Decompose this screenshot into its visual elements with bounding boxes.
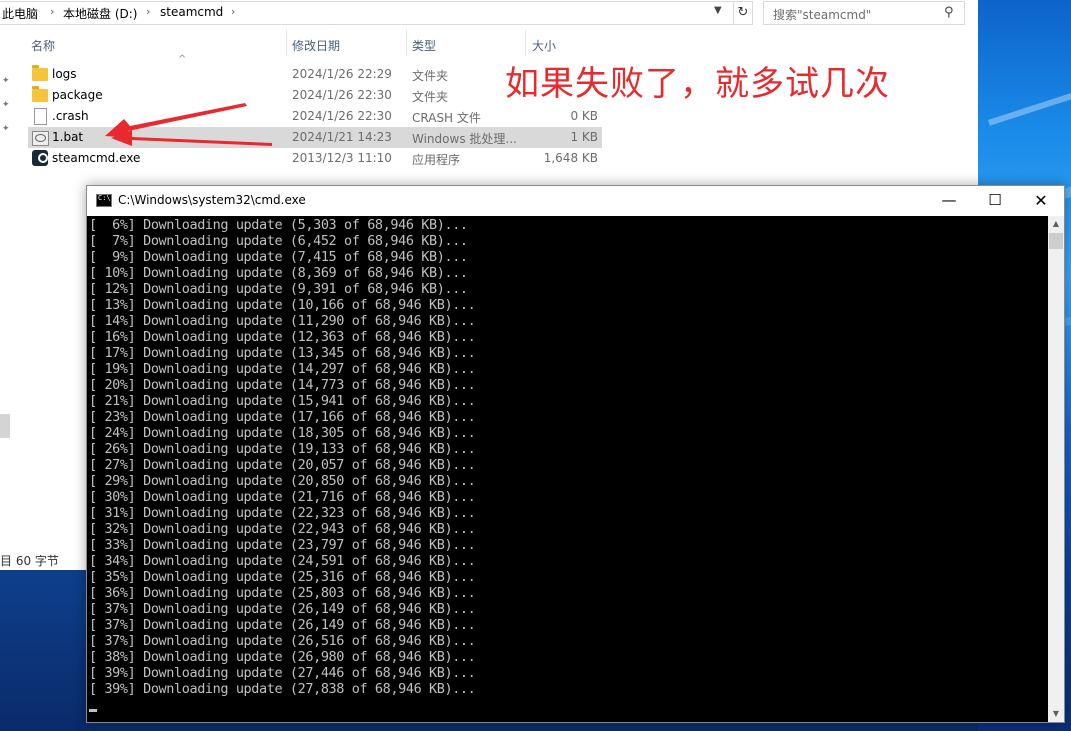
file-type: 应用程序 [412, 153, 461, 167]
status-bar-text: 目 60 字节 [0, 554, 59, 568]
console-line: [ 39%] Downloading update (27,838 of 68,… [89, 681, 476, 697]
scroll-down-icon[interactable]: ▼ [1048, 706, 1064, 722]
file-size: 1,648 KB [543, 151, 598, 165]
chevron-down-icon[interactable]: ▼ [714, 5, 722, 16]
console-line: [ 24%] Downloading update (18,305 of 68,… [89, 425, 476, 441]
console-line: [ 6%] Downloading update (5,303 of 68,94… [89, 217, 468, 233]
file-date: 2024/1/26 22:30 [292, 109, 392, 123]
column-divider[interactable] [525, 30, 526, 56]
console-line: [ 21%] Downloading update (15,941 of 68,… [89, 393, 476, 409]
console-line: [ 30%] Downloading update (21,716 of 68,… [89, 489, 476, 505]
folder-icon [32, 65, 48, 81]
cmd-window: C:\Windows\system32\cmd.exe — ☐ ✕ [ 6%] … [86, 185, 1065, 723]
folder-icon [32, 86, 48, 102]
pin-icon[interactable]: ✦ [2, 124, 10, 134]
file-row-crash[interactable]: .crash 2024/1/26 22:30 CRASH 文件 0 KB [28, 106, 602, 127]
breadcrumb-drive[interactable]: 本地磁盘 (D:) [63, 5, 137, 22]
close-button[interactable]: ✕ [1018, 186, 1064, 216]
maximize-button[interactable]: ☐ [972, 186, 1018, 216]
console-line: [ 33%] Downloading update (23,797 of 68,… [89, 537, 476, 553]
file-row-1-bat[interactable]: 1.bat 2024/1/21 14:23 Windows 批处理... 1 K… [28, 127, 602, 148]
console-line: [ 23%] Downloading update (17,166 of 68,… [89, 409, 476, 425]
refresh-icon: ↻ [737, 5, 749, 20]
console-line: [ 34%] Downloading update (24,591 of 68,… [89, 553, 476, 569]
cmd-icon[interactable] [96, 194, 112, 207]
scroll-up-icon[interactable]: ▲ [1048, 216, 1064, 232]
console-line: [ 38%] Downloading update (26,980 of 68,… [89, 649, 476, 665]
column-divider[interactable] [406, 30, 407, 56]
file-size: 0 KB [570, 109, 598, 123]
batch-file-icon [32, 131, 49, 146]
search-input[interactable]: 搜索"steamcmd" ⚲ [763, 1, 965, 25]
file-date: 2024/1/21 14:23 [292, 130, 392, 144]
column-header-name[interactable]: 名称 [31, 37, 55, 54]
search-placeholder: 搜索"steamcmd" [773, 8, 872, 22]
cmd-scrollbar[interactable]: ▲ ▼ [1048, 216, 1064, 722]
console-line: [ 14%] Downloading update (11,290 of 68,… [89, 313, 476, 329]
console-line: [ 37%] Downloading update (26,516 of 68,… [89, 633, 476, 649]
cmd-titlebar[interactable]: C:\Windows\system32\cmd.exe — ☐ ✕ [87, 186, 1064, 216]
column-headers: 名称 ^ 修改日期 类型 大小 [28, 30, 608, 65]
console-line: [ 36%] Downloading update (25,803 of 68,… [89, 585, 476, 601]
console-line: [ 7%] Downloading update (6,452 of 68,94… [89, 233, 468, 249]
console-line: [ 19%] Downloading update (14,297 of 68,… [89, 361, 476, 377]
navigation-pane-scrollbar[interactable] [0, 414, 10, 438]
maximize-icon: ☐ [988, 191, 1002, 209]
file-date: 2024/1/26 22:30 [292, 88, 392, 102]
close-icon: ✕ [1034, 191, 1048, 210]
search-icon[interactable]: ⚲ [944, 5, 954, 20]
column-header-size[interactable]: 大小 [532, 37, 556, 54]
breadcrumb-separator-icon[interactable]: › [146, 5, 150, 18]
breadcrumb-this-pc[interactable]: 此电脑 [2, 5, 38, 22]
console-line: [ 26%] Downloading update (19,133 of 68,… [89, 441, 476, 457]
console-line: [ 37%] Downloading update (26,149 of 68,… [89, 601, 476, 617]
file-name: .crash [52, 109, 89, 123]
scroll-thumb[interactable] [1049, 233, 1063, 249]
file-row-steamcmd-exe[interactable]: steamcmd.exe 2013/12/3 11:10 应用程序 1,648 … [28, 148, 602, 169]
pin-icon[interactable]: ✦ [2, 76, 10, 86]
text-cursor [89, 709, 97, 712]
column-header-type[interactable]: 类型 [412, 37, 436, 54]
file-size: 1 KB [570, 130, 598, 144]
file-date: 2013/12/3 11:10 [292, 151, 392, 165]
pin-icon[interactable]: ✦ [2, 100, 10, 110]
cmd-console-output[interactable]: [ 6%] Downloading update (5,303 of 68,94… [87, 216, 1048, 722]
console-line: [ 9%] Downloading update (7,415 of 68,94… [89, 249, 468, 265]
console-line: [ 13%] Downloading update (10,166 of 68,… [89, 297, 476, 313]
breadcrumb-separator-icon[interactable]: › [50, 5, 54, 18]
cmd-window-title: C:\Windows\system32\cmd.exe [118, 193, 306, 207]
breadcrumb-folder[interactable]: steamcmd [160, 5, 223, 19]
refresh-button[interactable]: ↻ [733, 1, 753, 25]
annotation-text: 如果失败了，就多试几次 [505, 64, 890, 104]
file-type: CRASH 文件 [412, 111, 481, 125]
file-name: package [52, 88, 103, 102]
minimize-icon: — [941, 191, 957, 209]
file-date: 2024/1/26 22:29 [292, 67, 392, 81]
console-line: [ 32%] Downloading update (22,943 of 68,… [89, 521, 476, 537]
file-icon [34, 108, 47, 125]
address-bar[interactable]: 此电脑 › 本地磁盘 (D:) › steamcmd › ▼ ↻ 搜索"stea… [0, 0, 978, 26]
console-line: [ 29%] Downloading update (20,850 of 68,… [89, 473, 476, 489]
console-line: [ 27%] Downloading update (20,057 of 68,… [89, 457, 476, 473]
file-name: logs [52, 67, 77, 81]
console-line: [ 17%] Downloading update (13,345 of 68,… [89, 345, 476, 361]
file-type: Windows 批处理... [412, 132, 517, 146]
console-line: [ 10%] Downloading update (8,369 of 68,9… [89, 265, 468, 281]
steam-icon [32, 150, 48, 166]
console-line: [ 37%] Downloading update (26,149 of 68,… [89, 617, 476, 633]
file-name: steamcmd.exe [52, 151, 141, 165]
console-line: [ 16%] Downloading update (12,363 of 68,… [89, 329, 476, 345]
console-line: [ 12%] Downloading update (9,391 of 68,9… [89, 281, 468, 297]
column-header-date[interactable]: 修改日期 [292, 37, 340, 54]
column-divider[interactable] [286, 30, 287, 56]
file-name: 1.bat [52, 130, 84, 144]
minimize-button[interactable]: — [926, 186, 972, 216]
breadcrumb-separator-icon[interactable]: › [231, 5, 235, 18]
file-type: 文件夹 [412, 69, 449, 83]
file-type: 文件夹 [412, 90, 449, 104]
console-line: [ 35%] Downloading update (25,316 of 68,… [89, 569, 476, 585]
console-line: [ 31%] Downloading update (22,323 of 68,… [89, 505, 476, 521]
console-line: [ 20%] Downloading update (14,773 of 68,… [89, 377, 476, 393]
console-line: [ 39%] Downloading update (27,446 of 68,… [89, 665, 476, 681]
